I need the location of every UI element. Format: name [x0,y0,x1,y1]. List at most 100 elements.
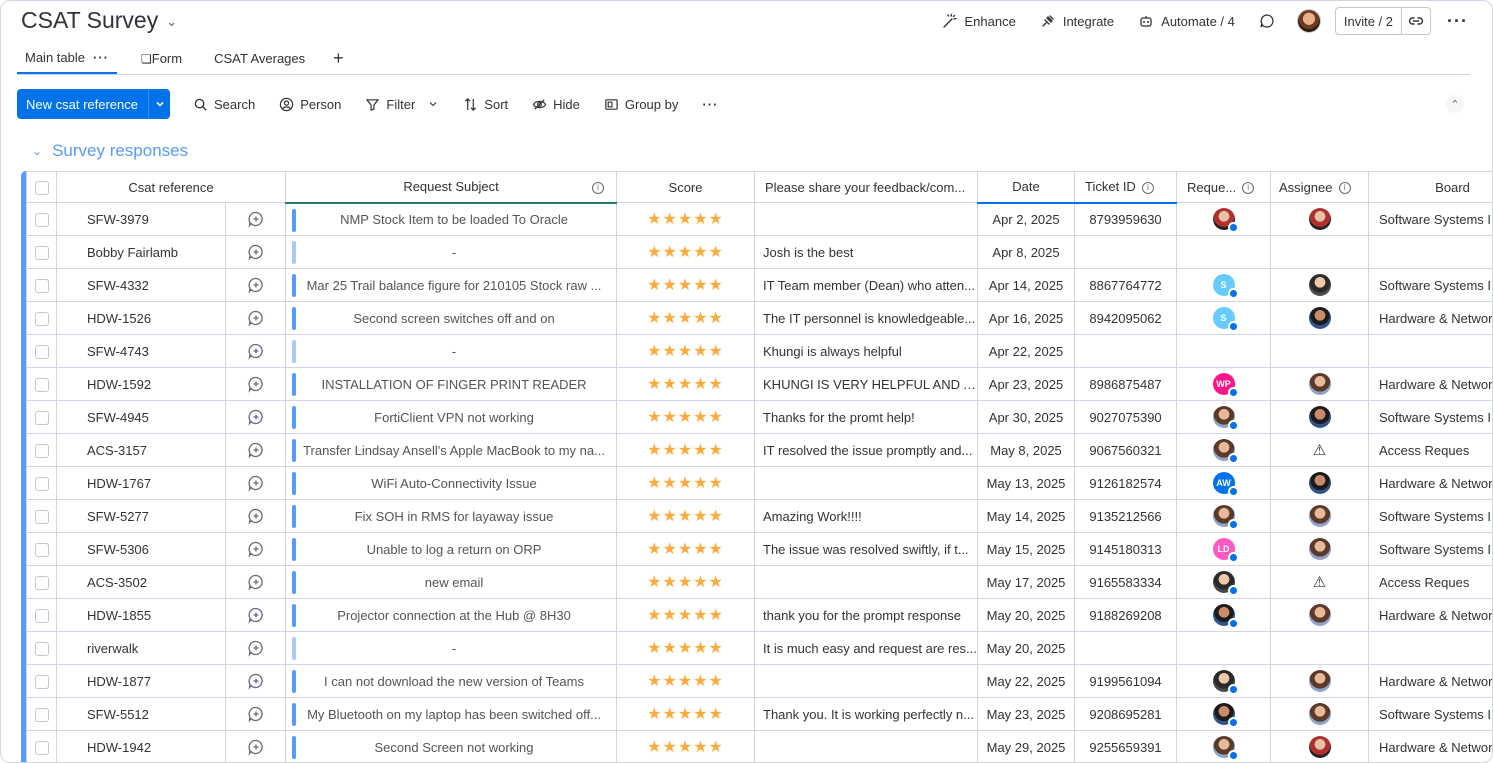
assignee-cell[interactable] [1270,697,1370,731]
sort-button[interactable]: Sort [451,89,520,119]
row-checkbox[interactable] [34,476,49,491]
tab-options-icon[interactable]: ··· [93,50,109,65]
chevron-down-icon[interactable] [148,89,170,119]
table-row[interactable]: SFW-5277 Fix SOH in RMS for layaway issue… [26,499,1492,533]
requester-cell[interactable]: S [1176,268,1272,302]
board-cell[interactable]: Software Systems I [1368,268,1492,302]
add-update-icon[interactable] [224,565,287,599]
board-cell[interactable]: Software Systems I [1368,400,1492,434]
csat-reference-cell[interactable]: ACS-3502 [56,565,226,599]
score-rating-stars[interactable]: ★★★★★ [616,664,756,698]
date-cell[interactable]: May 20, 2025 [977,631,1076,665]
row-checkbox[interactable] [34,311,49,326]
column-header-board[interactable]: Board [1368,171,1492,203]
board-cell[interactable]: Hardware & Networ [1368,664,1492,698]
add-update-icon[interactable] [224,367,287,401]
copy-link-icon[interactable] [1402,8,1430,34]
date-cell[interactable]: May 23, 2025 [977,697,1076,731]
csat-reference-cell[interactable]: SFW-5306 [56,532,226,566]
request-subject-cell[interactable]: - [285,334,618,368]
chevron-down-icon[interactable] [427,98,439,110]
select-all-cell[interactable] [26,171,57,203]
score-rating-stars[interactable]: ★★★★★ [616,334,756,368]
assignee-avatar[interactable] [1308,307,1331,329]
request-subject-cell[interactable]: - [285,235,618,269]
requester-avatar[interactable] [1212,439,1239,464]
feedback-cell[interactable]: Josh is the best [754,235,979,269]
requester-avatar[interactable]: AW [1212,472,1239,497]
csat-reference-cell[interactable]: HDW-1942 [56,730,226,762]
date-cell[interactable]: May 8, 2025 [977,433,1076,467]
add-update-icon[interactable] [224,334,287,368]
row-checkbox[interactable] [34,641,49,656]
assignee-cell[interactable] [1270,466,1370,500]
date-cell[interactable]: Apr 2, 2025 [977,202,1076,236]
invite-control[interactable]: Invite / 2 [1334,7,1432,35]
assignee-avatar[interactable] [1308,703,1331,725]
assignee-cell[interactable] [1270,268,1370,302]
board-cell[interactable]: Software Systems I [1368,532,1492,566]
board-cell[interactable]: Hardware & Networ [1368,367,1492,401]
assignee-cell[interactable] [1270,400,1370,434]
date-cell[interactable]: May 15, 2025 [977,532,1076,566]
board-cell[interactable]: Access Reques [1368,433,1492,467]
column-header-ticket[interactable]: Ticket ID i [1074,171,1178,204]
ticket-id-cell[interactable]: 9135212566 [1074,499,1178,533]
assignee-cell[interactable] [1270,235,1370,269]
table-row[interactable]: SFW-3979 NMP Stock Item to be loaded To O… [26,202,1492,236]
add-update-icon[interactable] [224,301,287,335]
new-item-label[interactable]: New csat reference [17,89,148,119]
score-rating-stars[interactable]: ★★★★★ [616,433,756,467]
board-title-text[interactable]: CSAT Survey [21,7,158,34]
add-update-icon[interactable] [224,466,287,500]
score-rating-stars[interactable]: ★★★★★ [616,730,756,762]
table-row[interactable]: HDW-1526 Second screen switches off and o… [26,301,1492,335]
table-row[interactable]: riverwalk - ★★★★★ It is much easy and reque… [26,631,1492,665]
info-icon[interactable]: i [1338,182,1351,195]
row-select-cell[interactable] [26,202,57,236]
tab-main-table[interactable]: Main table ··· [17,43,117,74]
assignee-avatar[interactable] [1308,670,1331,692]
board-cell[interactable]: Software Systems I [1368,202,1492,236]
ticket-id-cell[interactable]: 9255659391 [1074,730,1178,762]
requester-cell[interactable] [1176,598,1272,632]
requester-avatar[interactable]: LD [1212,538,1239,563]
request-subject-cell[interactable]: FortiClient VPN not working [285,400,618,434]
request-subject-cell[interactable]: WiFi Auto-Connectivity Issue [285,466,618,500]
assignee-avatar[interactable] [1308,208,1331,230]
request-subject-cell[interactable]: Mar 25 Trail balance figure for 210105 S… [285,268,618,302]
score-rating-stars[interactable]: ★★★★★ [616,499,756,533]
assignee-avatar[interactable] [1308,406,1331,428]
requester-avatar[interactable] [1212,703,1239,728]
requester-avatar[interactable] [1212,571,1239,596]
user-avatar[interactable] [1296,9,1321,33]
column-header-date[interactable]: Date [977,171,1076,204]
requester-avatar[interactable] [1212,208,1239,233]
table-row[interactable]: HDW-1767 WiFi Auto-Connectivity Issue ★★★★… [26,466,1492,500]
row-select-cell[interactable] [26,334,57,368]
group-header[interactable]: ⌄ Survey responses [32,141,188,161]
score-rating-stars[interactable]: ★★★★★ [616,532,756,566]
board-cell[interactable]: Hardware & Networ [1368,598,1492,632]
row-select-cell[interactable] [26,631,57,665]
requester-cell[interactable]: S [1176,301,1272,335]
score-rating-stars[interactable]: ★★★★★ [616,235,756,269]
row-checkbox[interactable] [34,245,49,260]
info-icon[interactable]: i [592,182,605,194]
more-options-icon[interactable]: ··· [1447,11,1468,32]
chevron-down-icon[interactable]: ⌄ [166,14,177,30]
ticket-id-cell[interactable]: 8793959630 [1074,202,1178,236]
board-cell[interactable]: Hardware & Networ [1368,301,1492,335]
date-cell[interactable]: May 29, 2025 [977,730,1076,762]
filter-button[interactable]: Filter [353,89,451,119]
requester-cell[interactable] [1176,697,1272,731]
request-subject-cell[interactable]: Unable to log a return on ORP [285,532,618,566]
row-select-cell[interactable] [26,532,57,566]
row-checkbox[interactable] [34,509,49,524]
assignee-avatar[interactable] [1308,373,1331,395]
request-subject-cell[interactable]: Transfer Lindsay Ansell's Apple MacBook … [285,433,618,467]
tab-csat-averages[interactable]: CSAT Averages [206,43,313,74]
add-update-icon[interactable] [224,730,287,762]
board-cell[interactable]: Software Systems I [1368,499,1492,533]
board-cell[interactable] [1368,631,1492,665]
